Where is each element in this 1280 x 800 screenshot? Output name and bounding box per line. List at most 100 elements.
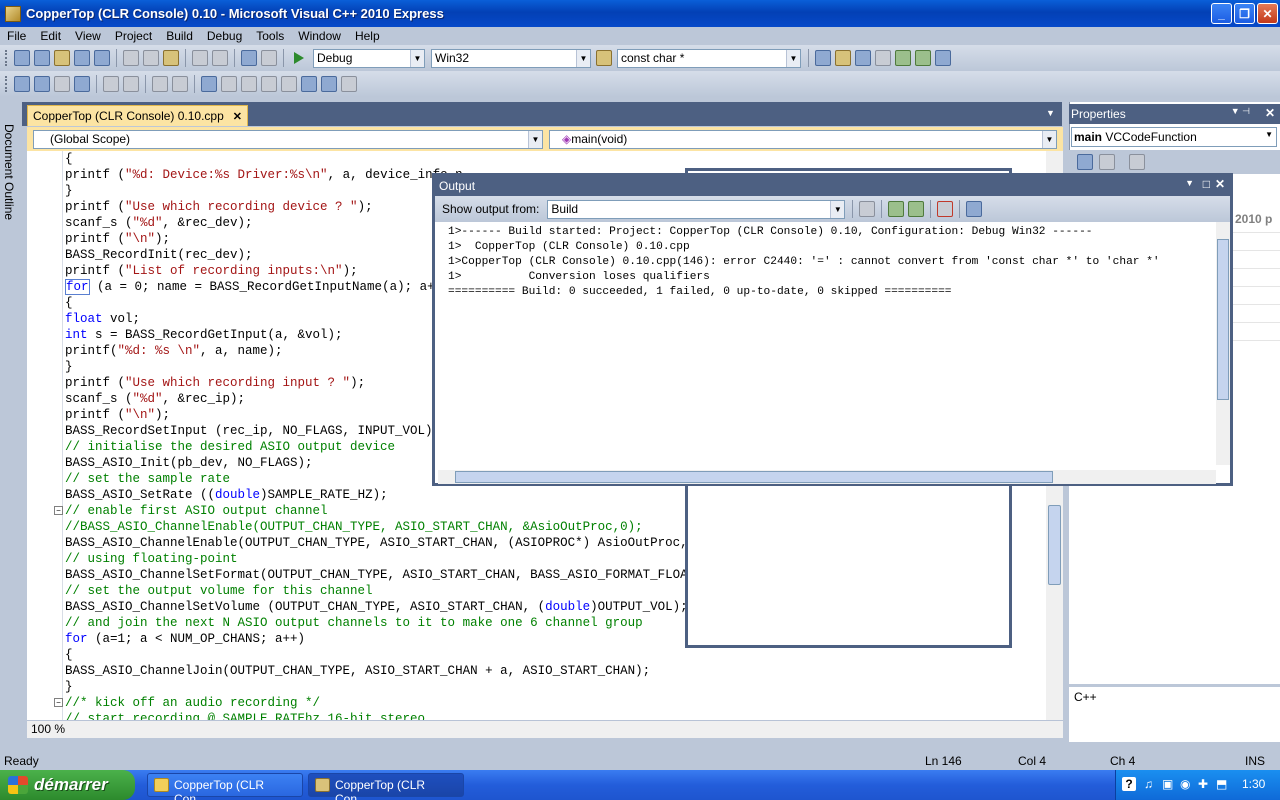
menu-view[interactable]: View [68, 29, 108, 43]
output-header[interactable]: Output ▼ □ ✕ [435, 176, 1230, 196]
parameter-info-icon[interactable] [34, 76, 50, 92]
speaker-icon[interactable]: ♫ [1144, 777, 1153, 791]
toggle-word-wrap-icon[interactable] [966, 201, 983, 217]
code-line: // enable first ASIO output channel [65, 504, 328, 518]
zoom-select[interactable]: 100 % [31, 722, 65, 736]
output-text[interactable]: 1>------ Build started: Project: CopperT… [448, 225, 1160, 300]
find-in-files-icon[interactable] [596, 50, 612, 66]
comment-out-icon[interactable] [152, 76, 168, 92]
maximize-icon[interactable]: □ [1203, 177, 1210, 191]
start-debugging-icon[interactable] [294, 52, 304, 64]
menu-debug[interactable]: Debug [200, 29, 249, 43]
new-project-icon[interactable] [14, 50, 30, 66]
menu-project[interactable]: Project [108, 29, 159, 43]
close-button[interactable]: ✕ [1257, 3, 1278, 24]
navigate-back-icon[interactable] [241, 50, 257, 66]
document-outline-tab[interactable]: Document Outline [2, 124, 16, 220]
menu-help[interactable]: Help [348, 29, 387, 43]
complete-word-icon[interactable] [74, 76, 90, 92]
add-item-icon[interactable] [34, 50, 50, 66]
clock: 1:30 [1242, 777, 1266, 791]
output-horizontal-thumb[interactable] [455, 471, 1053, 483]
start-page-icon[interactable] [915, 50, 931, 66]
taskbar-button-visual-studio[interactable]: CopperTop (CLR Con... [308, 773, 464, 800]
save-all-icon[interactable] [94, 50, 110, 66]
start-button[interactable]: démarrer [0, 770, 135, 800]
display-object-member-list-icon[interactable] [14, 76, 30, 92]
fold-toggle-icon[interactable]: − [54, 698, 63, 707]
close-icon[interactable]: ✕ [1215, 177, 1225, 191]
next-bookmark-icon[interactable] [241, 76, 257, 92]
next-bookmark-folder-icon[interactable] [281, 76, 297, 92]
extension-manager-icon[interactable] [895, 50, 911, 66]
menu-edit[interactable]: Edit [33, 29, 68, 43]
save-icon[interactable] [74, 50, 90, 66]
menu-file[interactable]: File [0, 29, 33, 43]
solution-explorer-icon[interactable] [815, 50, 831, 66]
status-bar: Ready Ln 146 Col 4 Ch 4 INS [0, 752, 1280, 770]
quick-info-icon[interactable] [54, 76, 70, 92]
member-select[interactable]: ◈main(void) ▼ [549, 129, 1057, 149]
properties-window-icon[interactable] [835, 50, 851, 66]
go-to-previous-message-icon[interactable] [888, 201, 905, 217]
find-message-icon[interactable] [859, 201, 876, 217]
categorized-icon[interactable] [1077, 154, 1093, 170]
close-tab-icon[interactable]: ✕ [233, 110, 242, 123]
menu-tools[interactable]: Tools [249, 29, 291, 43]
open-file-icon[interactable] [54, 50, 70, 66]
decrease-indent-icon[interactable] [103, 76, 119, 92]
alphabetical-icon[interactable] [1099, 154, 1115, 170]
output-window[interactable]: Output ▼ □ ✕ Show output from: Build ▼ 1>… [432, 173, 1233, 486]
navigate-forward-icon[interactable] [261, 50, 277, 66]
menu-window[interactable]: Window [291, 29, 348, 43]
security-icon[interactable]: ✚ [1198, 777, 1208, 791]
object-browser-icon[interactable] [855, 50, 871, 66]
code-line: BASS_ASIO_ChannelSetFormat(OUTPUT_CHAN_T… [65, 568, 711, 582]
solution-platform-select[interactable]: Win32 ▼ [431, 48, 591, 68]
chevron-down-icon: ▼ [1265, 130, 1273, 139]
toggle-bookmark-icon[interactable] [201, 76, 217, 92]
cut-icon[interactable] [123, 50, 139, 66]
scope-select[interactable]: (Global Scope) ▼ [33, 129, 544, 149]
usb-icon[interactable]: ⬒ [1216, 777, 1227, 791]
previous-bookmark-document-icon[interactable] [301, 76, 317, 92]
tray-app-icon[interactable]: ◉ [1180, 777, 1190, 791]
taskbar-button-folder[interactable]: CopperTop (CLR Con... [147, 773, 303, 800]
window-position-icon[interactable]: ▼ [1185, 178, 1194, 188]
app-icon[interactable] [5, 5, 21, 22]
toolbar-grip[interactable] [5, 50, 8, 66]
previous-bookmark-folder-icon[interactable] [261, 76, 277, 92]
output-source-select[interactable]: Build ▼ [547, 199, 846, 219]
toolbar-grip[interactable] [5, 76, 8, 92]
property-pages-icon[interactable] [1129, 154, 1145, 170]
redo-icon[interactable] [212, 50, 228, 66]
command-window-icon[interactable] [935, 50, 951, 66]
network-icon[interactable]: ▣ [1162, 777, 1173, 791]
next-bookmark-document-icon[interactable] [321, 76, 337, 92]
undo-icon[interactable] [192, 50, 208, 66]
fold-toggle-icon[interactable]: − [54, 506, 63, 515]
editor-scroll-thumb[interactable] [1048, 505, 1061, 585]
maximize-button[interactable]: ❐ [1234, 3, 1255, 24]
increase-indent-icon[interactable] [123, 76, 139, 92]
paste-icon[interactable] [163, 50, 179, 66]
clear-all-icon[interactable] [937, 201, 954, 217]
copy-icon[interactable] [143, 50, 159, 66]
output-vertical-thumb[interactable] [1217, 239, 1229, 400]
close-icon[interactable]: ✕ [1265, 106, 1275, 120]
clear-bookmarks-icon[interactable] [341, 76, 357, 92]
previous-bookmark-icon[interactable] [221, 76, 237, 92]
tab-dropdown-icon[interactable]: ▼ [1046, 108, 1055, 118]
minimize-button[interactable]: _ [1211, 3, 1232, 24]
uncomment-icon[interactable] [172, 76, 188, 92]
help-icon[interactable]: ? [1122, 777, 1136, 791]
go-to-next-message-icon[interactable] [908, 201, 925, 217]
properties-object-select[interactable]: main VCCodeFunction ▼ [1071, 127, 1277, 147]
document-tab[interactable]: CopperTop (CLR Console) 0.10.cpp ✕ [27, 105, 248, 126]
pin-icon[interactable]: ▼ ⊣ [1231, 106, 1250, 117]
menu-build[interactable]: Build [159, 29, 200, 43]
find-combo[interactable]: const char * ▼ [617, 48, 801, 68]
toolbox-icon[interactable] [875, 50, 891, 66]
solution-configuration-select[interactable]: Debug ▼ [313, 48, 425, 68]
title-bar[interactable]: CopperTop (CLR Console) 0.10 - Microsoft… [0, 0, 1280, 27]
